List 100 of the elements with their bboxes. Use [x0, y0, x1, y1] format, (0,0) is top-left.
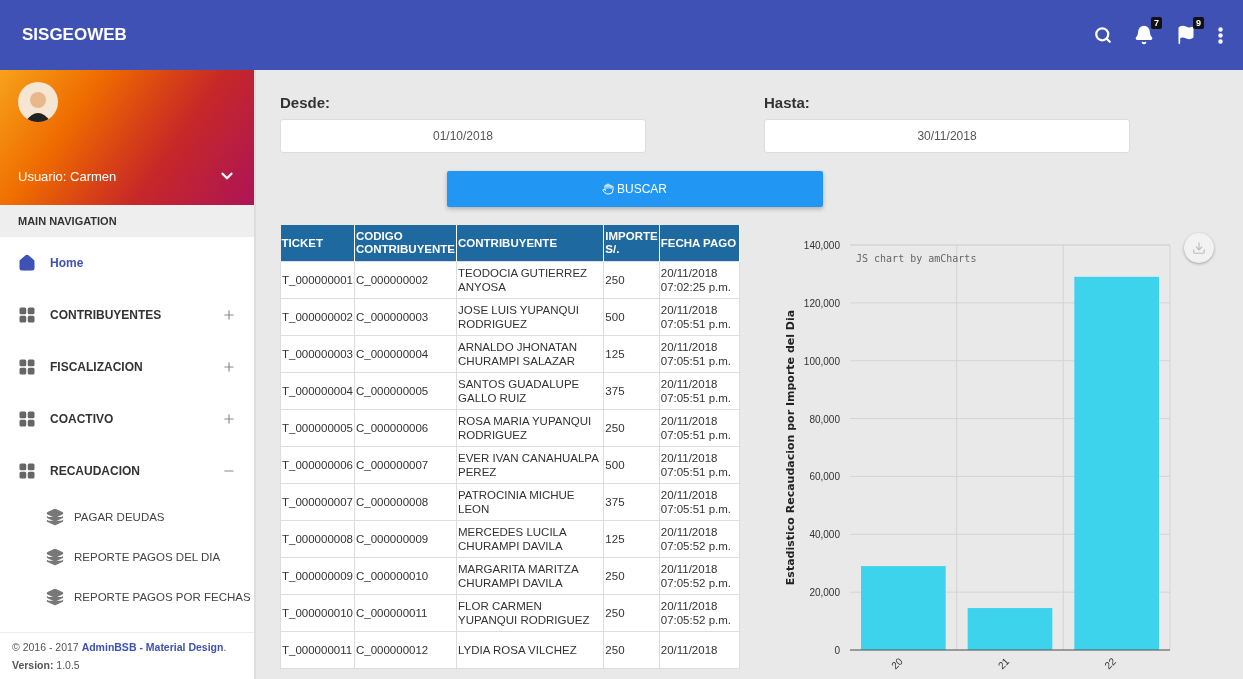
x-tick-label: 21	[995, 655, 1012, 672]
table-cell: 500	[603, 446, 660, 484]
to-date-field[interactable]: 30/11/2018	[764, 119, 1130, 153]
avatar	[18, 82, 58, 122]
nav-item[interactable]: COACTIVO	[0, 393, 254, 445]
nav-subitem[interactable]: PAGAR DEUDAS	[0, 497, 254, 537]
to-label: Hasta:	[764, 94, 811, 111]
table-cell: 20/11/2018 07:05:51 p.m.	[659, 409, 740, 447]
table-cell: 125	[603, 335, 660, 373]
widgets-icon	[18, 358, 36, 376]
widgets-icon	[18, 410, 36, 428]
x-tick-label: 20	[889, 655, 905, 672]
table-cell: PATROCINIA MICHUE LEON	[456, 483, 604, 521]
table-cell: T_000000006	[280, 446, 355, 484]
hand-icon	[602, 183, 614, 195]
nav-subitem[interactable]: REPORTE PAGOS POR FECHAS	[0, 577, 254, 617]
y-tick-label: 100,000	[803, 355, 840, 367]
chart-credit: JS chart by amCharts	[856, 253, 977, 264]
table-cell: 375	[603, 483, 660, 521]
table-cell: ARNALDO JHONATAN CHURAMPI SALAZAR	[456, 335, 604, 373]
column-header[interactable]: IMPORTE S/.	[603, 225, 660, 262]
table-cell: C_000000005	[354, 372, 457, 410]
y-tick-label: 40,000	[809, 529, 840, 541]
column-header[interactable]: CONTRIBUYENTE	[456, 225, 604, 262]
table-cell: T_000000003	[280, 335, 355, 373]
table-cell: C_000000010	[354, 557, 457, 595]
table-cell: C_000000006	[354, 409, 457, 447]
table-cell: T_000000001	[280, 261, 355, 299]
table-cell: 20/11/2018 07:05:51 p.m.	[659, 483, 740, 521]
table-cell: T_000000002	[280, 298, 355, 336]
count-badge: 9	[1193, 17, 1204, 29]
table-cell: T_000000007	[280, 483, 355, 521]
table-cell: 125	[603, 520, 660, 558]
y-tick-label: 60,000	[809, 471, 840, 483]
table-cell: 250	[603, 631, 660, 669]
from-date-field[interactable]: 01/10/2018	[280, 119, 646, 153]
widgets-icon	[18, 306, 36, 324]
table-cell: 250	[603, 557, 660, 595]
layers-icon	[46, 588, 64, 606]
layers-icon	[46, 508, 64, 526]
table-cell: 20/11/2018 07:05:51 p.m.	[659, 446, 740, 484]
table-cell: JOSE LUIS YUPANQUI RODRIGUEZ	[456, 298, 604, 336]
table-cell: T_000000004	[280, 372, 355, 410]
nav-item[interactable]: Home	[0, 237, 254, 289]
version-text: Version: 1.0.5	[12, 659, 80, 671]
nav-item[interactable]: FISCALIZACION	[0, 341, 254, 393]
table-cell: C_000000012	[354, 631, 457, 669]
column-header[interactable]: TICKET	[280, 225, 355, 262]
section-header: MAIN NAVIGATION	[0, 205, 254, 237]
table-cell: 20/11/2018 07:05:51 p.m.	[659, 372, 740, 410]
table-cell: T_000000008	[280, 520, 355, 558]
table-cell: 20/11/2018	[659, 631, 740, 669]
flag-icon	[1176, 25, 1196, 45]
count-badge: 7	[1151, 17, 1162, 29]
column-header[interactable]: CODIGO CONTRIBUYENTE	[354, 225, 457, 262]
table-cell: 250	[603, 409, 660, 447]
column-header[interactable]: FECHA PAGO	[659, 225, 740, 262]
table-cell: ROSA MARIA YUPANQUI RODRIGUEZ	[456, 409, 604, 447]
table-cell: LYDIA ROSA VILCHEZ	[456, 631, 604, 669]
x-tick-label: 22	[1102, 655, 1119, 672]
download-icon	[1192, 241, 1206, 255]
app-title: SISGEOWEB	[22, 25, 128, 45]
nav-item[interactable]: CONTRIBUYENTES	[0, 289, 254, 341]
table-cell: 250	[603, 594, 660, 632]
table-cell: 20/11/2018 07:05:52 p.m.	[659, 594, 740, 632]
more-icon	[1218, 26, 1223, 44]
table-cell: EVER IVAN CANAHUALPA PEREZ	[456, 446, 604, 484]
table-cell: 250	[603, 261, 660, 299]
table-cell: 20/11/2018 07:02:25 p.m.	[659, 261, 740, 299]
table-cell: C_000000003	[354, 298, 457, 336]
table-cell: 20/11/2018 07:05:51 p.m.	[659, 335, 740, 373]
bell-icon	[1134, 25, 1154, 45]
widgets-icon	[18, 462, 36, 480]
table-cell: T_000000009	[280, 557, 355, 595]
table-cell: FLOR CARMEN YUPANQUI RODRIGUEZ	[456, 594, 604, 632]
table-cell: C_000000011	[354, 594, 457, 632]
table-cell: T_000000011	[280, 631, 355, 669]
table-cell: C_000000008	[354, 483, 457, 521]
table-cell: T_000000010	[280, 594, 355, 632]
table-cell: T_000000005	[280, 409, 355, 447]
table-cell: MERCEDES LUCILA CHURAMPI DAVILA	[456, 520, 604, 558]
table-cell: 375	[603, 372, 660, 410]
from-label: Desde:	[280, 94, 332, 111]
table-cell: 20/11/2018 07:05:51 p.m.	[659, 298, 740, 336]
table-cell: 20/11/2018 07:05:52 p.m.	[659, 557, 740, 595]
copyright-text: © 2016 - 2017 AdminBSB - Material Design.	[12, 641, 227, 653]
table-cell: TEODOCIA GUTIERREZ ANYOSA	[456, 261, 604, 299]
home-icon	[18, 254, 36, 272]
nav-subitem[interactable]: REPORTE PAGOS DEL DIA	[0, 537, 254, 577]
user-name: Usuario: Carmen	[18, 168, 117, 184]
table-cell: 20/11/2018 07:05:52 p.m.	[659, 520, 740, 558]
y-tick-label: 0	[834, 645, 840, 656]
nav-item[interactable]: RECAUDACION	[0, 445, 254, 497]
y-tick-label: 120,000	[803, 297, 840, 309]
table-cell: C_000000002	[354, 261, 457, 299]
search-icon	[1094, 26, 1112, 44]
table-cell: 500	[603, 298, 660, 336]
table-cell: C_000000007	[354, 446, 457, 484]
y-tick-label: 80,000	[809, 413, 840, 425]
table-cell: C_000000004	[354, 335, 457, 373]
